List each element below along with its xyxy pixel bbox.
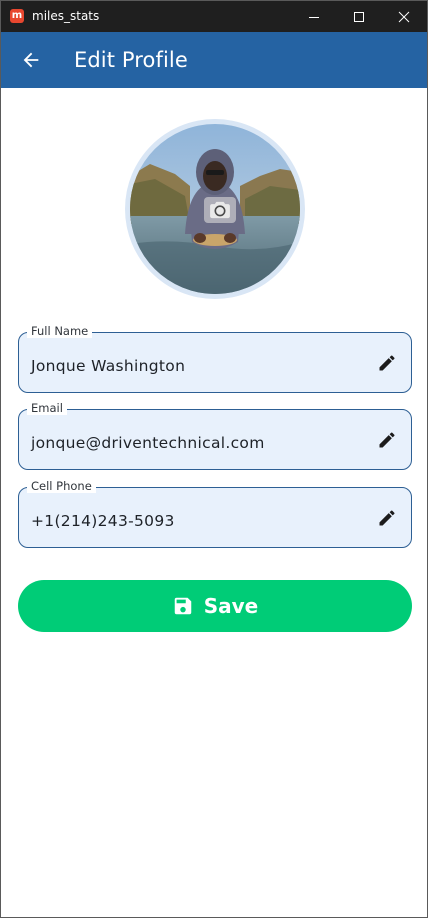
change-photo-button[interactable]	[204, 197, 236, 223]
back-button[interactable]	[9, 38, 53, 82]
floppy-disk-icon	[174, 597, 191, 615]
minimize-icon	[309, 16, 319, 18]
page-title: Edit Profile	[74, 48, 188, 72]
full-name-label: Full Name	[27, 324, 93, 338]
pencil-icon	[379, 355, 395, 371]
pencil-icon	[379, 432, 395, 448]
save-label: Save	[203, 594, 259, 618]
arrow-left-icon	[23, 52, 39, 68]
minimize-button[interactable]	[291, 1, 337, 32]
camera-icon	[210, 201, 230, 219]
email-label: Email	[27, 401, 67, 415]
cell-phone-field[interactable]: Cell Phone +1(214)243-5093	[18, 479, 412, 548]
maximize-icon	[354, 11, 364, 22]
close-button[interactable]	[381, 1, 427, 32]
edit-email-button[interactable]	[375, 428, 399, 452]
pencil-icon	[379, 510, 395, 526]
avatar-photo	[130, 124, 300, 294]
close-icon	[398, 11, 410, 22]
cell-phone-value: +1(214)243-5093	[31, 512, 175, 530]
profile-avatar[interactable]	[125, 119, 305, 299]
save-button[interactable]: Save	[18, 580, 412, 632]
maximize-button[interactable]	[336, 1, 382, 32]
window-title: miles_stats	[32, 9, 100, 23]
full-name-field[interactable]: Full Name Jonque Washington	[18, 324, 412, 393]
cell-phone-label: Cell Phone	[27, 479, 96, 493]
app-bar: Edit Profile	[1, 32, 427, 88]
email-value: jonque@driventechnical.com	[31, 434, 265, 452]
app-logo-icon: m	[10, 9, 24, 23]
full-name-value: Jonque Washington	[31, 357, 186, 375]
edit-full-name-button[interactable]	[375, 351, 399, 375]
edit-cell-phone-button[interactable]	[375, 506, 399, 530]
email-field[interactable]: Email jonque@driventechnical.com	[18, 401, 412, 470]
window-titlebar[interactable]: m miles_stats	[1, 1, 427, 32]
app-window: m miles_stats Edit Profile Full Name Jon…	[0, 0, 428, 918]
